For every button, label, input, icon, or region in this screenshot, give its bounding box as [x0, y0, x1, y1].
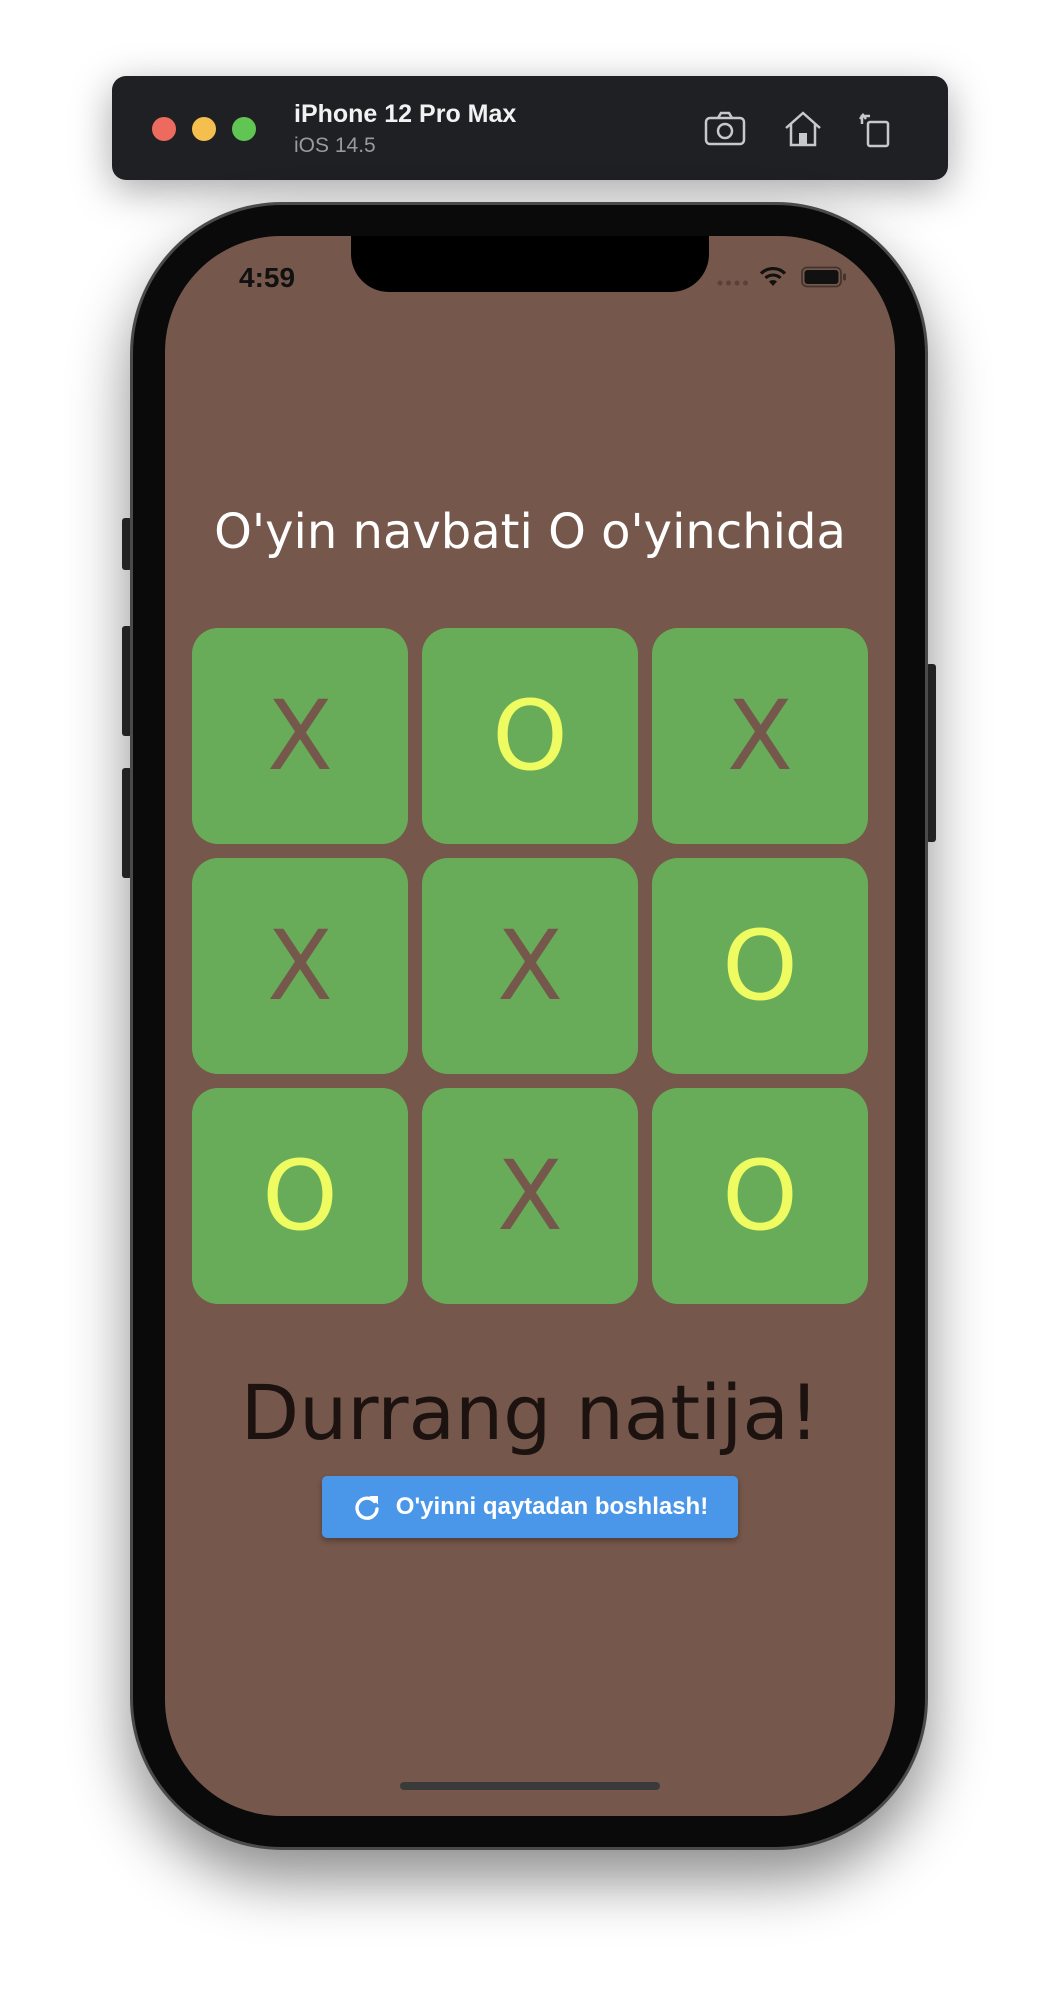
os-version: iOS 14.5 [294, 134, 376, 157]
board-cell[interactable]: X [422, 858, 638, 1074]
refresh-icon [355, 1496, 379, 1520]
board-cell[interactable]: X [192, 858, 408, 1074]
game-board: X O X X X O O X O [192, 628, 868, 1304]
board-cell[interactable]: X [192, 628, 408, 844]
close-window-button[interactable] [152, 117, 176, 141]
battery-icon [801, 266, 846, 288]
turn-indicator: O'yin navbati O o'yinchida [214, 504, 846, 560]
board-cell[interactable]: O [192, 1088, 408, 1304]
home-icon[interactable] [780, 106, 826, 152]
minimize-window-button[interactable] [192, 117, 216, 141]
device-name: iPhone 12 Pro Max [294, 100, 517, 128]
phone-screen: 4:59 O'yin navbati O o'yinchida X O X X … [165, 236, 895, 1816]
restart-button[interactable]: O'yinni qaytadan boshlash! [322, 1476, 738, 1538]
zoom-window-button[interactable] [232, 117, 256, 141]
board-cell[interactable]: X [422, 1088, 638, 1304]
rotate-icon[interactable] [854, 106, 900, 152]
restart-button-label: O'yinni qaytadan boshlash! [395, 1493, 709, 1520]
screenshot-icon[interactable] [702, 106, 748, 152]
board-cell[interactable]: O [652, 1088, 868, 1304]
status-time: 4:59 [239, 262, 296, 293]
signal-icon [717, 280, 748, 286]
wifi-icon [759, 266, 787, 286]
board-cell[interactable]: O [422, 628, 638, 844]
board-cell[interactable]: X [652, 628, 868, 844]
board-cell[interactable]: O [652, 858, 868, 1074]
result-message: Durrang natija! [240, 1368, 820, 1457]
home-indicator [400, 1782, 660, 1790]
simulator-stage: iPhone 12 Pro Max iOS 14.5 4:59 O'yin na… [0, 0, 1060, 2002]
simulator-title-bar: iPhone 12 Pro Max iOS 14.5 [112, 76, 948, 180]
notch [351, 236, 709, 292]
